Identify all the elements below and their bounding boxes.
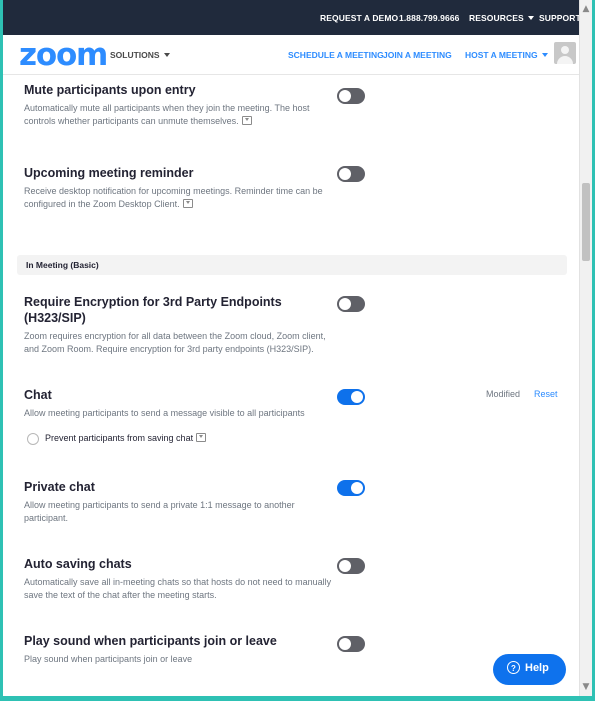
join-meeting-link[interactable]: JOIN A MEETING — [383, 50, 452, 60]
chevron-down-icon — [541, 53, 548, 57]
avatar-icon[interactable] — [554, 42, 576, 64]
setting-title: Upcoming meeting reminder — [24, 166, 194, 180]
setting-title: Private chat — [24, 480, 95, 494]
phone-number-link[interactable]: 1.888.799.9666 — [399, 13, 460, 23]
setting-title: Mute participants upon entry — [24, 83, 196, 97]
prevent-saving-chat-text: Prevent participants from saving chat — [45, 433, 194, 443]
help-icon: ? — [507, 661, 520, 674]
chevron-down-icon — [163, 53, 170, 57]
setting-description: Zoom requires encryption for all data be… — [24, 331, 326, 354]
setting-private-chat: Private chat Allow meeting participants … — [24, 479, 334, 525]
help-label: Help — [525, 662, 549, 674]
setting-description: Automatically mute all participants when… — [24, 102, 334, 128]
encryption-toggle[interactable] — [337, 296, 365, 312]
setting-title: Require Encryption for 3rd Party Endpoin… — [24, 295, 282, 325]
host-meeting-menu[interactable]: HOST A MEETING — [465, 50, 548, 60]
toggle-knob — [339, 638, 351, 650]
host-meeting-label: HOST A MEETING — [465, 50, 538, 60]
meeting-reminder-toggle[interactable] — [337, 166, 365, 182]
request-demo-link[interactable]: REQUEST A DEMO — [320, 13, 398, 23]
setting-auto-saving-chats: Auto saving chats Automatically save all… — [24, 556, 334, 602]
toggle-knob — [339, 298, 351, 310]
browser-window: REQUEST A DEMO 1.888.799.9666 RESOURCES … — [3, 0, 579, 696]
setting-join-leave-sound: Play sound when participants join or lea… — [24, 633, 334, 666]
setting-title: Play sound when participants join or lea… — [24, 634, 277, 648]
reset-link[interactable]: Reset — [534, 389, 558, 399]
toggle-knob — [351, 391, 363, 403]
schedule-meeting-link[interactable]: SCHEDULE A MEETING — [288, 50, 384, 60]
top-utility-bar: REQUEST A DEMO 1.888.799.9666 RESOURCES … — [3, 0, 579, 35]
setting-encryption-3rd-party: Require Encryption for 3rd Party Endpoin… — [24, 294, 334, 356]
toggle-knob — [351, 482, 363, 494]
chat-toggle[interactable] — [337, 389, 365, 405]
avatar-body — [557, 56, 573, 64]
join-leave-sound-toggle[interactable] — [337, 636, 365, 652]
zoom-logo[interactable]: zoom — [19, 40, 108, 71]
avatar-head — [561, 46, 569, 54]
setting-description-text: Automatically mute all participants when… — [24, 103, 310, 126]
setting-mute-on-entry: Mute participants upon entry Automatical… — [24, 82, 334, 128]
private-chat-toggle[interactable] — [337, 480, 365, 496]
info-icon[interactable] — [196, 433, 207, 442]
setting-title: Chat — [24, 388, 52, 402]
setting-description: Play sound when participants join or lea… — [24, 654, 193, 664]
setting-description: Receive desktop notification for upcomin… — [24, 185, 334, 211]
section-title: In Meeting (Basic) — [26, 260, 99, 270]
solutions-label: SOLUTIONS — [110, 50, 160, 60]
prevent-saving-chat-label: Prevent participants from saving chat — [45, 432, 207, 445]
vertical-scrollbar[interactable]: ▲ ▼ — [579, 0, 592, 696]
toggle-knob — [339, 90, 351, 102]
resources-label: RESOURCES — [469, 13, 524, 23]
setting-description-text: Receive desktop notification for upcomin… — [24, 186, 323, 209]
toggle-knob — [339, 168, 351, 180]
scrollbar-thumb[interactable] — [582, 183, 590, 261]
setting-description: Allow meeting participants to send a mes… — [24, 408, 305, 418]
toggle-knob — [339, 560, 351, 572]
setting-description: Automatically save all in-meeting chats … — [24, 577, 332, 600]
main-navbar: zoom SOLUTIONS SCHEDULE A MEETING JOIN A… — [3, 35, 579, 75]
solutions-menu[interactable]: SOLUTIONS — [110, 50, 170, 60]
prevent-saving-chat-checkbox[interactable] — [27, 433, 39, 445]
setting-meeting-reminder: Upcoming meeting reminder Receive deskto… — [24, 165, 334, 211]
scroll-up-icon[interactable]: ▲ — [580, 2, 592, 16]
modified-label: Modified — [486, 389, 521, 399]
setting-description: Allow meeting participants to send a pri… — [24, 500, 295, 523]
support-link[interactable]: SUPPORT — [539, 13, 579, 23]
chevron-down-icon — [527, 16, 534, 20]
help-button[interactable]: ? Help — [493, 654, 566, 685]
auto-saving-chats-toggle[interactable] — [337, 558, 365, 574]
mute-on-entry-toggle[interactable] — [337, 88, 365, 104]
setting-chat: Chat Allow meeting participants to send … — [24, 387, 334, 420]
scroll-down-icon[interactable]: ▼ — [580, 680, 592, 694]
info-icon[interactable] — [182, 199, 193, 208]
section-header-in-meeting-basic: In Meeting (Basic) — [17, 255, 567, 275]
resources-menu[interactable]: RESOURCES — [469, 13, 534, 23]
setting-title: Auto saving chats — [24, 557, 132, 571]
info-icon[interactable] — [241, 116, 252, 125]
settings-content: Mute participants upon entry Automatical… — [3, 75, 579, 696]
